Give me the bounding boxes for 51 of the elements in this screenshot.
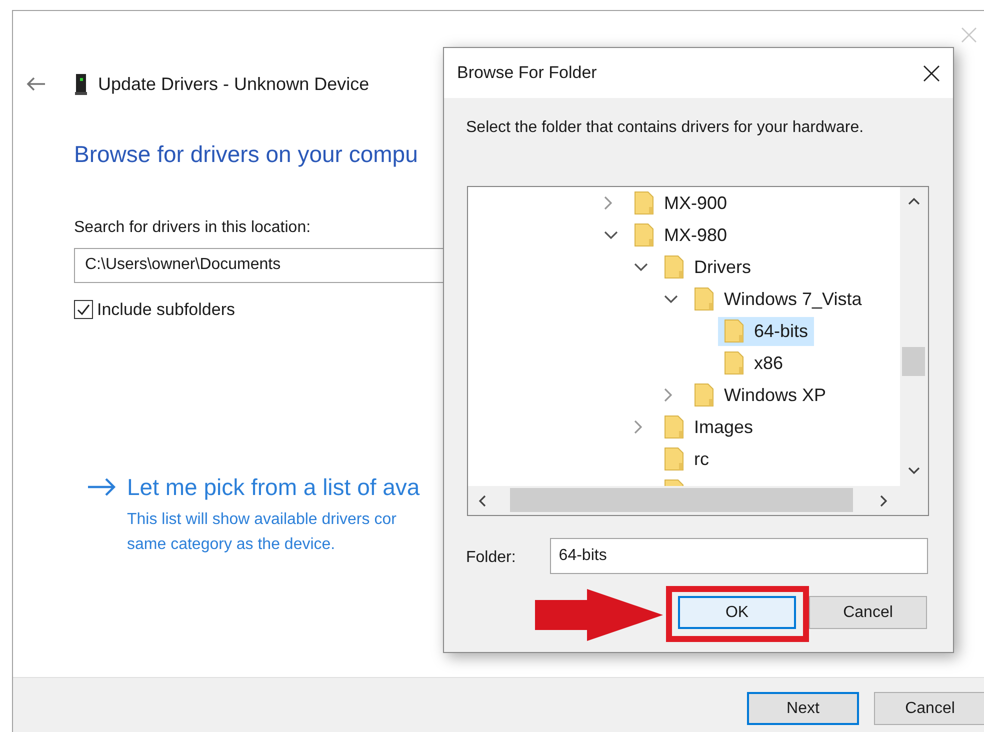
window-title: Update Drivers - Unknown Device bbox=[98, 72, 370, 96]
dialog-button[interactable]: Next bbox=[747, 692, 859, 725]
chevron-down-icon[interactable] bbox=[604, 230, 618, 240]
folder-item[interactable]: MX-980 bbox=[628, 220, 734, 250]
dialog-button[interactable]: Cancel bbox=[874, 692, 984, 725]
chevron-right-icon[interactable] bbox=[604, 196, 613, 210]
folder-field[interactable]: 64-bits bbox=[550, 538, 928, 574]
folder-item[interactable]: Windows 7_Vista bbox=[688, 284, 868, 314]
folder-icon bbox=[664, 255, 684, 279]
dialog-button[interactable]: OK bbox=[678, 596, 796, 629]
folder-item[interactable]: Windows XP bbox=[688, 380, 832, 410]
dialog-instruction: Select the folder that contains drivers for your hardware. bbox=[466, 118, 864, 138]
pick-driver-description: This list will show available drivers cor same category as the device. bbox=[127, 510, 396, 554]
scroll-right-icon[interactable] bbox=[880, 495, 888, 507]
folder-item[interactable]: Drivers bbox=[658, 252, 757, 282]
scroll-down-icon[interactable] bbox=[908, 467, 920, 475]
folder-icon bbox=[694, 383, 714, 407]
folder-item[interactable]: x86 bbox=[718, 348, 790, 378]
folder-icon bbox=[634, 223, 654, 247]
dialog-title: Browse For Folder bbox=[457, 62, 597, 84]
chevron-down-icon[interactable] bbox=[634, 262, 648, 272]
scrollbar-thumb[interactable] bbox=[510, 488, 853, 512]
chevron-right-icon[interactable] bbox=[664, 388, 673, 402]
vertical-scrollbar[interactable] bbox=[900, 187, 928, 486]
close-icon[interactable] bbox=[923, 64, 940, 82]
back-arrow-icon[interactable] bbox=[26, 76, 46, 92]
folder-icon bbox=[634, 191, 654, 215]
folder-item[interactable]: rc bbox=[658, 444, 715, 474]
dialog-button[interactable]: Cancel bbox=[809, 596, 927, 629]
chevron-right-icon[interactable] bbox=[634, 420, 643, 434]
folder-item[interactable]: 64-bits bbox=[718, 316, 814, 346]
horizontal-scrollbar[interactable] bbox=[468, 486, 900, 515]
arrow-right-icon[interactable] bbox=[87, 477, 117, 498]
folder-icon bbox=[724, 351, 744, 375]
folder-item[interactable]: Images bbox=[658, 412, 760, 442]
folder-icon bbox=[664, 447, 684, 471]
scroll-left-icon[interactable] bbox=[478, 495, 486, 507]
pick-driver-link[interactable]: Let me pick from a list of ava bbox=[127, 470, 420, 504]
checkbox[interactable] bbox=[74, 300, 93, 319]
folder-icon bbox=[664, 415, 684, 439]
device-icon bbox=[75, 73, 87, 95]
scroll-up-icon[interactable] bbox=[908, 197, 920, 205]
checkbox-label[interactable]: Include subfolders bbox=[97, 296, 235, 322]
chevron-down-icon[interactable] bbox=[664, 294, 678, 304]
folder-icon bbox=[694, 287, 714, 311]
folder-label: Folder: bbox=[466, 548, 516, 568]
folder-item[interactable]: MX-900 bbox=[628, 188, 734, 218]
folder-icon bbox=[724, 319, 744, 343]
page-heading: Browse for drivers on your compu bbox=[74, 140, 418, 169]
scrollbar-thumb[interactable] bbox=[902, 347, 925, 376]
location-label: Search for drivers in this location: bbox=[74, 218, 311, 238]
